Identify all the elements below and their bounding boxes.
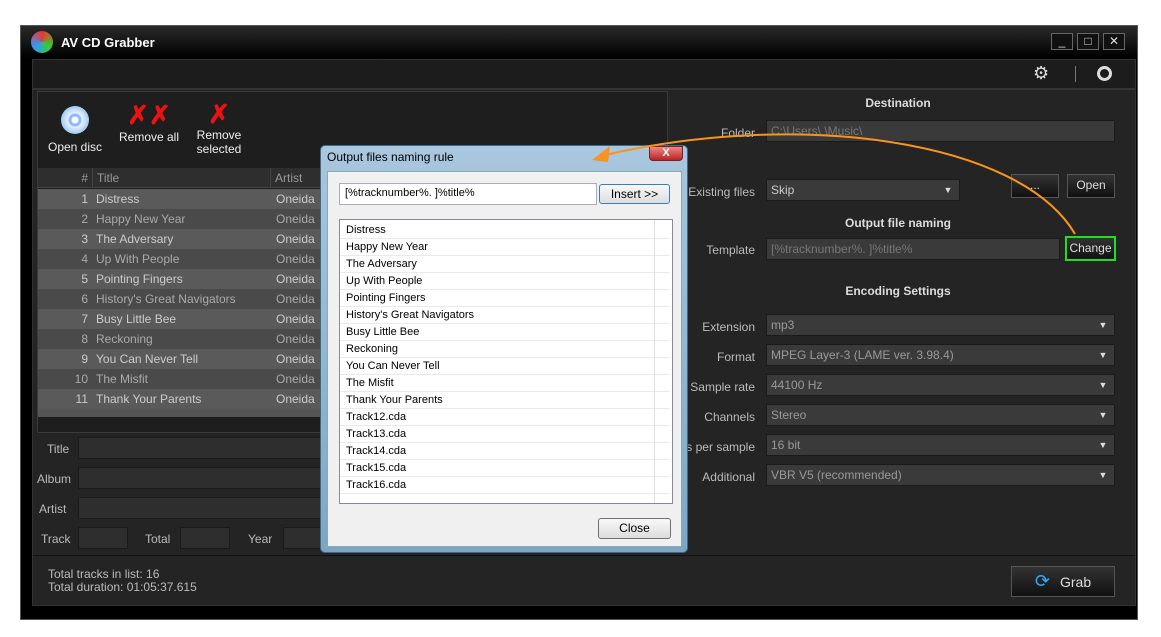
arrow-head (592, 146, 610, 162)
arrow-curve (604, 133, 1076, 235)
annotation-arrow (592, 133, 1076, 235)
